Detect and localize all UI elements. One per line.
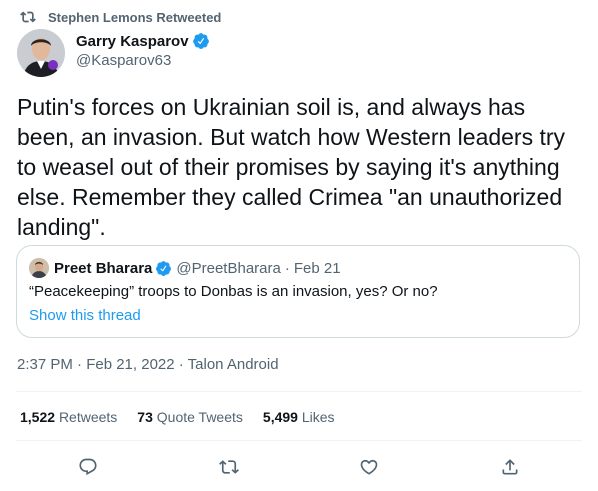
quoted-avatar-photo [29, 258, 49, 278]
author-block[interactable]: Garry Kasparov @Kasparov63 [76, 31, 210, 69]
quoted-date[interactable]: Feb 21 [294, 260, 341, 277]
quoted-author-handle[interactable]: @PreetBharara [176, 260, 280, 277]
author-handle[interactable]: @Kasparov63 [76, 52, 210, 69]
verified-badge-icon [192, 33, 209, 49]
share-button[interactable] [498, 455, 522, 479]
quoted-tweet-header: Preet Bharara @PreetBharara · Feb 21 [29, 258, 341, 278]
divider [16, 391, 582, 392]
quoted-author-name[interactable]: Preet Bharara [54, 260, 152, 277]
tweet-text: Putin's forces on Ukrainian soil is, and… [17, 94, 566, 240]
retweet-context: Stephen Lemons Retweeted [20, 7, 221, 27]
tweet-timestamp[interactable]: 2:37 PM · Feb 21, 2022 · Talon Android [17, 356, 279, 373]
likes-stat[interactable]: 5,499 Likes [263, 409, 335, 425]
divider [16, 440, 582, 441]
action-bar [0, 455, 598, 481]
quoted-author-avatar[interactable] [29, 258, 49, 278]
retweet-icon [219, 460, 239, 474]
author-name[interactable]: Garry Kasparov [76, 33, 189, 50]
quote-tweets-count: 73 [137, 409, 153, 425]
like-icon [360, 459, 378, 475]
reply-icon [79, 458, 97, 476]
quoted-tweet-card[interactable]: Preet Bharara @PreetBharara · Feb 21 “Pe… [16, 245, 580, 338]
quote-tweets-stat[interactable]: 73 Quote Tweets [137, 409, 243, 425]
reply-button[interactable] [76, 455, 100, 479]
author-avatar[interactable] [17, 29, 65, 77]
quoted-tweet-text: “Peacekeeping” troops to Donbas is an in… [29, 283, 438, 300]
retweet-icon [20, 11, 36, 23]
retweets-count: 1,522 [20, 409, 56, 425]
likes-count: 5,499 [262, 409, 298, 425]
quoted-separator: · [284, 259, 290, 277]
retweets-label: Retweets [58, 409, 118, 425]
retweeted-by-label[interactable]: Stephen Lemons Retweeted [48, 10, 221, 25]
avatar-photo [17, 29, 65, 77]
quote-tweets-label: Quote Tweets [156, 409, 243, 425]
share-icon [502, 459, 518, 475]
retweets-stat[interactable]: 1,522 Retweets [20, 409, 117, 425]
retweet-button[interactable] [217, 455, 241, 479]
likes-label: Likes [301, 409, 335, 425]
engagement-stats: 1,522 Retweets 73 Quote Tweets 5,499 Lik… [20, 409, 355, 425]
quoted-verified-badge-icon [156, 260, 172, 276]
show-thread-link[interactable]: Show this thread [29, 307, 141, 324]
like-button[interactable] [357, 455, 381, 479]
